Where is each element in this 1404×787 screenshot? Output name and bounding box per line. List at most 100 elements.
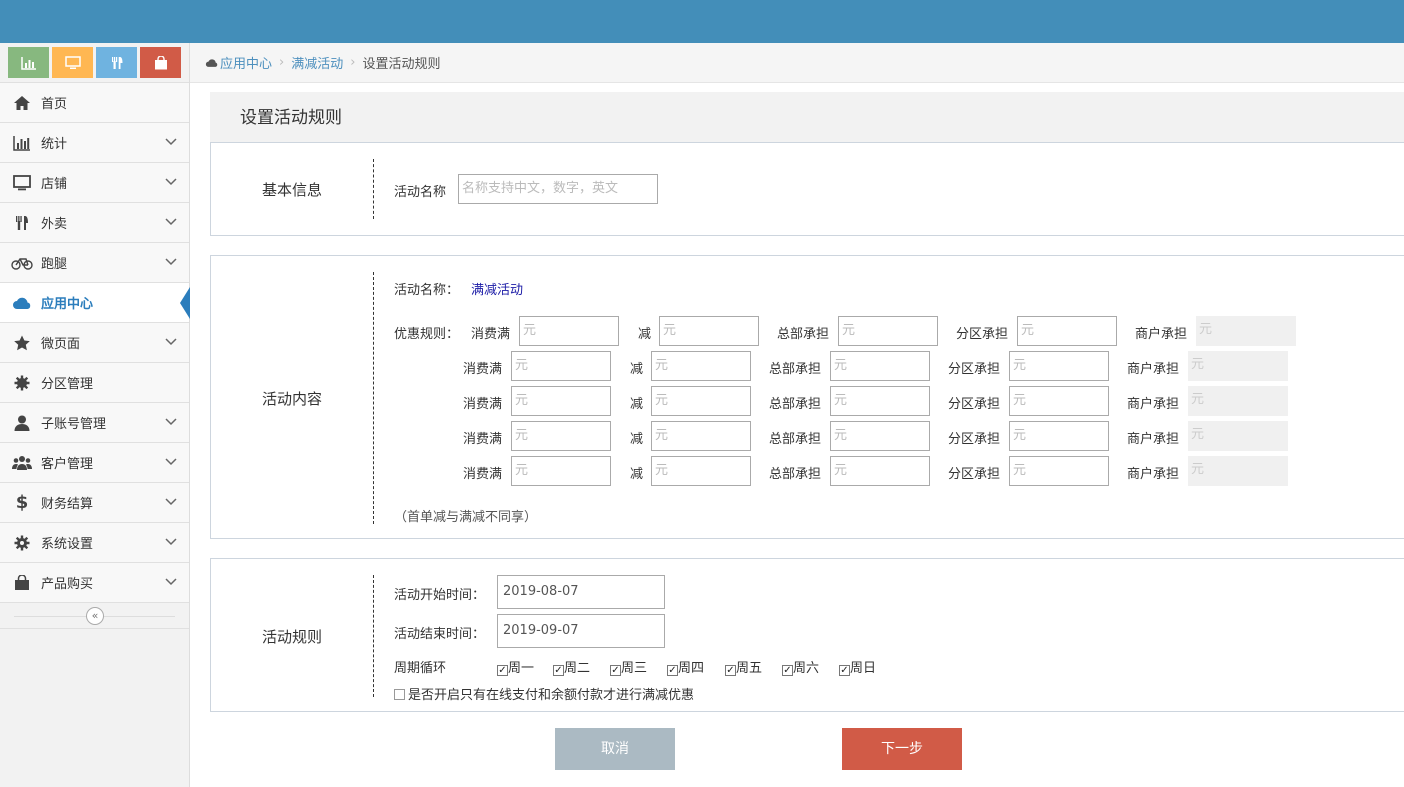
minus-input[interactable]: 元 [659, 316, 759, 346]
sidebar-item-system-settings[interactable]: 系统设置 [0, 523, 189, 563]
section-title: 基本信息 [261, 181, 322, 199]
day-checkbox-thu[interactable]: ✓周四 [667, 657, 704, 676]
cloud-icon [11, 294, 33, 312]
divider [373, 575, 374, 697]
desktop-icon [11, 174, 33, 192]
zone-input[interactable]: 元 [1009, 421, 1109, 451]
zone-label: 分区承担 [948, 397, 1001, 412]
merchant-label: 商户承担 [1127, 362, 1180, 377]
breadcrumb-separator: › [279, 55, 285, 70]
breadcrumb-link-discount[interactable]: 满减活动 [291, 53, 343, 72]
sidebar-item-errand[interactable]: 跑腿 [0, 243, 189, 283]
start-time-input[interactable]: 2019-08-07 [497, 575, 665, 609]
sidebar-item-statistics[interactable]: 统计 [0, 123, 189, 163]
activity-content-panel: 活动内容 活动名称： 满减活动 优惠规则： 消费满 元 减 元 总部承担 元 分… [210, 255, 1404, 539]
cycle-label: 周期循环 [394, 661, 447, 676]
minus-input[interactable]: 元 [651, 456, 751, 486]
collapse-sidebar-button[interactable]: « [86, 607, 104, 625]
activity-name-input[interactable]: 名称支持中文，数字，英文 [458, 174, 658, 204]
sidebar-item-home[interactable]: 首页 [0, 83, 189, 123]
sidebar-item-takeout[interactable]: 外卖 [0, 203, 189, 243]
end-time-label: 活动结束时间： [394, 627, 486, 642]
chart-shortcut-button[interactable] [8, 47, 49, 78]
spend-input[interactable]: 元 [511, 386, 611, 416]
shopping-bag-icon [154, 55, 167, 69]
checkbox-checked[interactable]: ✓ [725, 665, 736, 676]
sidebar-item-micropage[interactable]: 微页面 [0, 323, 189, 363]
cancel-button[interactable]: 取消 [555, 728, 675, 770]
spend-input[interactable]: 元 [511, 351, 611, 381]
activity-value: 满减活动 [471, 283, 524, 298]
day-checkbox-mon[interactable]: ✓周一 [497, 657, 534, 676]
hq-input[interactable]: 元 [830, 351, 930, 381]
day-checkbox-wed[interactable]: ✓周三 [610, 657, 647, 676]
minus-input[interactable]: 元 [651, 386, 751, 416]
next-step-button[interactable]: 下一步 [842, 728, 962, 770]
online-only-option[interactable]: 是否开启只有在线支付和余额付款才进行满减优惠 [394, 684, 694, 703]
minus-label: 减 [630, 467, 644, 482]
hq-label: 总部承担 [769, 397, 822, 412]
chart-icon [20, 56, 36, 70]
merchant-input: 元 [1188, 421, 1288, 451]
sidebar-item-label: 分区管理 [41, 377, 94, 392]
zone-input[interactable]: 元 [1017, 316, 1117, 346]
sidebar: 首页 统计 店铺 外卖 跑腿 应用中心 微页面 分区管理 子账号管理 客户管理 … [0, 43, 190, 787]
zone-label: 分区承担 [948, 362, 1001, 377]
spend-input[interactable]: 元 [519, 316, 619, 346]
breadcrumb-link-app-center[interactable]: 应用中心 [220, 53, 272, 72]
checkbox-checked[interactable]: ✓ [782, 665, 793, 676]
spend-label: 消费满 [463, 467, 503, 482]
spend-input[interactable]: 元 [511, 421, 611, 451]
checkbox-checked[interactable]: ✓ [497, 665, 508, 676]
activity-label: 活动名称： [394, 283, 460, 298]
checkbox-unchecked[interactable] [394, 689, 405, 700]
hq-input[interactable]: 元 [830, 386, 930, 416]
zone-input[interactable]: 元 [1009, 456, 1109, 486]
sidebar-item-customers[interactable]: 客户管理 [0, 443, 189, 483]
hq-input[interactable]: 元 [830, 456, 930, 486]
chevron-down-icon [165, 335, 177, 350]
spend-label: 消费满 [463, 397, 503, 412]
start-time-label: 活动开始时间： [394, 588, 486, 603]
end-time-input[interactable]: 2019-09-07 [497, 614, 665, 648]
monitor-shortcut-button[interactable] [52, 47, 93, 78]
sidebar-item-app-center[interactable]: 应用中心 [0, 283, 190, 323]
hq-label: 总部承担 [769, 432, 822, 447]
top-navbar [0, 0, 1404, 43]
hq-input[interactable]: 元 [830, 421, 930, 451]
note-text: （首单减与满减不同享） [394, 510, 538, 525]
sidebar-item-label: 统计 [41, 137, 68, 152]
minus-label: 减 [630, 397, 644, 412]
day-checkbox-sat[interactable]: ✓周六 [782, 657, 819, 676]
day-checkbox-fri[interactable]: ✓周五 [725, 657, 762, 676]
sidebar-item-subaccount[interactable]: 子账号管理 [0, 403, 189, 443]
section-title: 活动内容 [261, 390, 322, 408]
sidebar-item-product-purchase[interactable]: 产品购买 [0, 563, 189, 603]
basic-info-panel: 基本信息 活动名称 名称支持中文，数字，英文 [210, 142, 1404, 236]
sidebar-item-label: 客户管理 [41, 457, 94, 472]
spend-input[interactable]: 元 [511, 456, 611, 486]
day-checkbox-tue[interactable]: ✓周二 [553, 657, 590, 676]
checkbox-checked[interactable]: ✓ [667, 665, 678, 676]
zone-input[interactable]: 元 [1009, 386, 1109, 416]
food-shortcut-button[interactable] [96, 47, 137, 78]
zone-label: 分区承担 [948, 432, 1001, 447]
checkbox-checked[interactable]: ✓ [553, 665, 564, 676]
sidebar-item-finance[interactable]: $ 财务结算 [0, 483, 189, 523]
minus-input[interactable]: 元 [651, 421, 751, 451]
hq-input[interactable]: 元 [838, 316, 938, 346]
checkbox-checked[interactable]: ✓ [839, 665, 850, 676]
shop-shortcut-button[interactable] [140, 47, 181, 78]
spend-label: 消费满 [463, 362, 503, 377]
sidebar-item-store[interactable]: 店铺 [0, 163, 189, 203]
home-icon [11, 94, 33, 112]
zone-input[interactable]: 元 [1009, 351, 1109, 381]
chevron-down-icon [165, 175, 177, 190]
merchant-label: 商户承担 [1127, 432, 1180, 447]
zone-label: 分区承担 [948, 467, 1001, 482]
checkbox-checked[interactable]: ✓ [610, 665, 621, 676]
hq-label: 总部承担 [769, 362, 822, 377]
day-checkbox-sun[interactable]: ✓周日 [839, 657, 876, 676]
minus-input[interactable]: 元 [651, 351, 751, 381]
sidebar-item-zone-management[interactable]: 分区管理 [0, 363, 189, 403]
